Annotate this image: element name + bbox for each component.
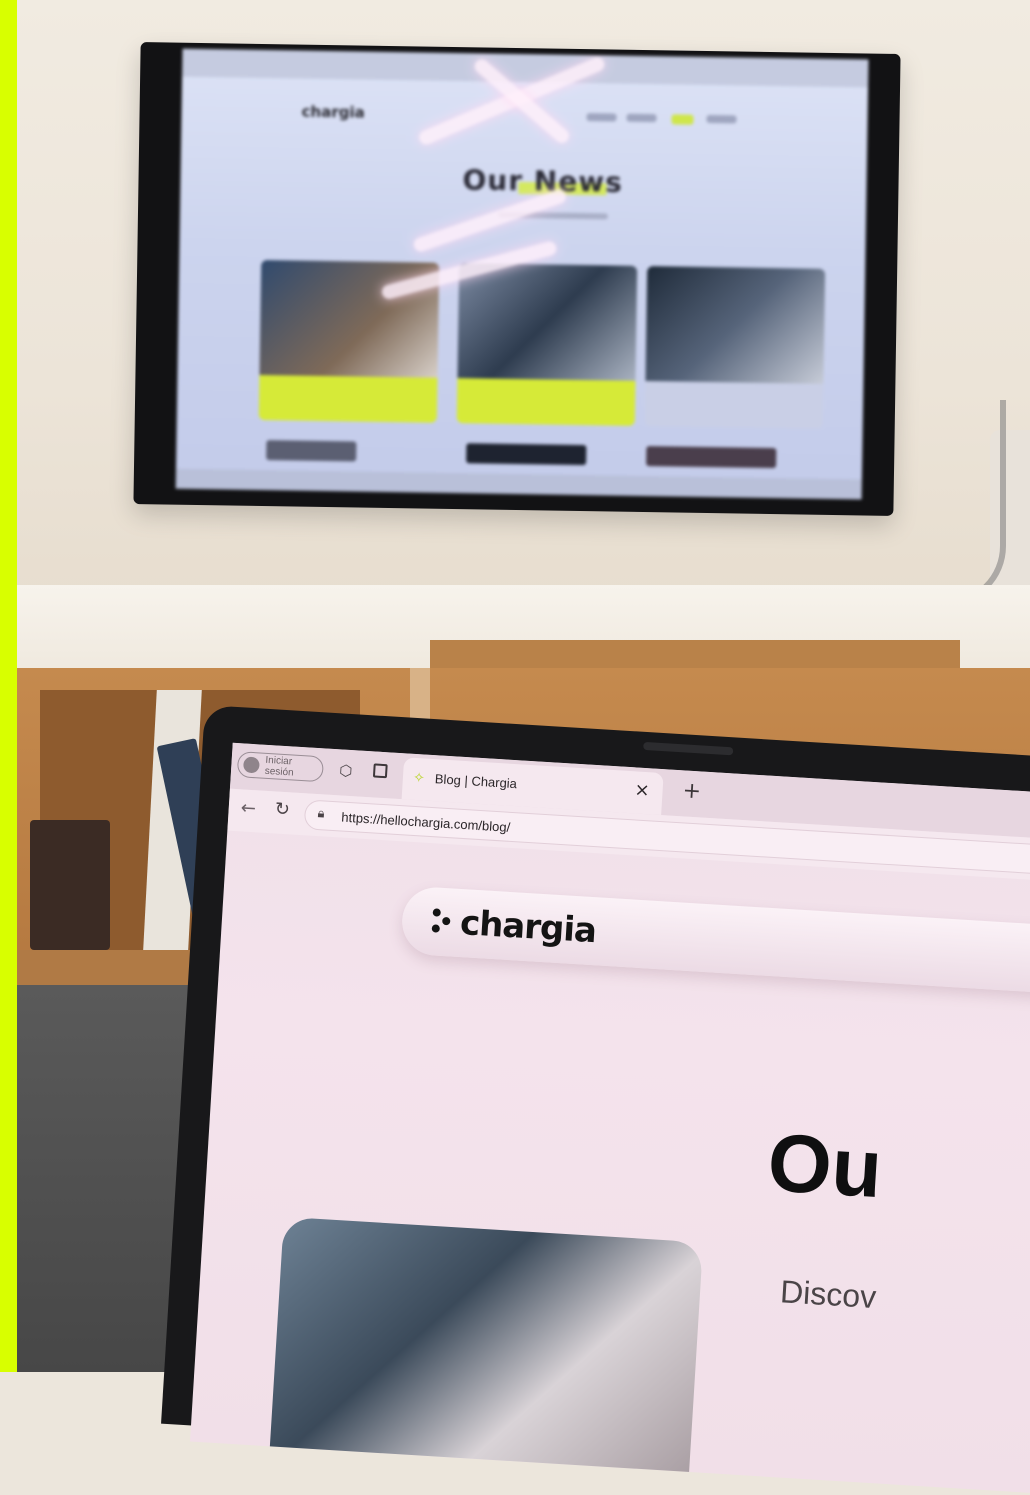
tv-news-card-partial xyxy=(266,440,357,462)
signin-label: Iniciar sesión xyxy=(264,754,294,779)
page-title: Ou xyxy=(765,1117,885,1216)
site-header: chargia xyxy=(400,885,1030,998)
tv-taskbar xyxy=(175,468,862,500)
tv-screen: chargia Our News xyxy=(175,48,869,500)
new-tab-button[interactable]: + xyxy=(682,778,702,804)
tabs-icon[interactable] xyxy=(372,763,388,779)
tv-news-card xyxy=(456,263,638,426)
hero-news-image[interactable] xyxy=(265,1216,704,1495)
close-icon[interactable]: × xyxy=(634,779,650,801)
laptop: Iniciar sesión ⬡ ✧ Blog | Chargia × + ← … xyxy=(161,705,1030,1495)
chargia-favicon: ✧ xyxy=(412,769,426,787)
site-logo-text: chargia xyxy=(458,903,598,952)
tv-nav-item xyxy=(626,113,657,123)
person-icon xyxy=(242,756,260,774)
page-subtitle: Discov xyxy=(779,1273,878,1316)
chargia-logo-icon xyxy=(429,904,453,939)
refresh-icon[interactable]: ↻ xyxy=(274,798,290,820)
tv-site-logo: chargia xyxy=(301,102,365,122)
tv-page-heading: Our News xyxy=(462,163,624,199)
tab-title: Blog | Chargia xyxy=(434,771,518,792)
lock-icon[interactable]: 🔒︎ xyxy=(317,806,325,821)
wall-tv: chargia Our News xyxy=(133,42,901,516)
workspaces-icon[interactable]: ⬡ xyxy=(339,761,353,780)
tv-nav-item xyxy=(586,113,617,122)
signin-button[interactable]: Iniciar sesión xyxy=(236,751,325,783)
laptop-camera-notch xyxy=(643,741,734,756)
tv-nav-item-active xyxy=(671,114,694,125)
tv-news-card-partial xyxy=(646,446,777,469)
site-logo[interactable]: chargia xyxy=(429,901,597,951)
tv-browser-bar xyxy=(182,48,869,88)
tv-nav-item xyxy=(706,114,737,124)
laptop-screen: Iniciar sesión ⬡ ✧ Blog | Chargia × + ← … xyxy=(190,742,1030,1495)
tv-news-card-partial xyxy=(466,443,587,466)
shelf-object xyxy=(30,820,110,950)
url-text[interactable]: https://hellochargia.com/blog/ xyxy=(341,810,511,835)
back-arrow-icon[interactable]: ← xyxy=(240,797,256,819)
accent-bar xyxy=(0,0,17,1372)
tv-news-card xyxy=(644,266,826,429)
